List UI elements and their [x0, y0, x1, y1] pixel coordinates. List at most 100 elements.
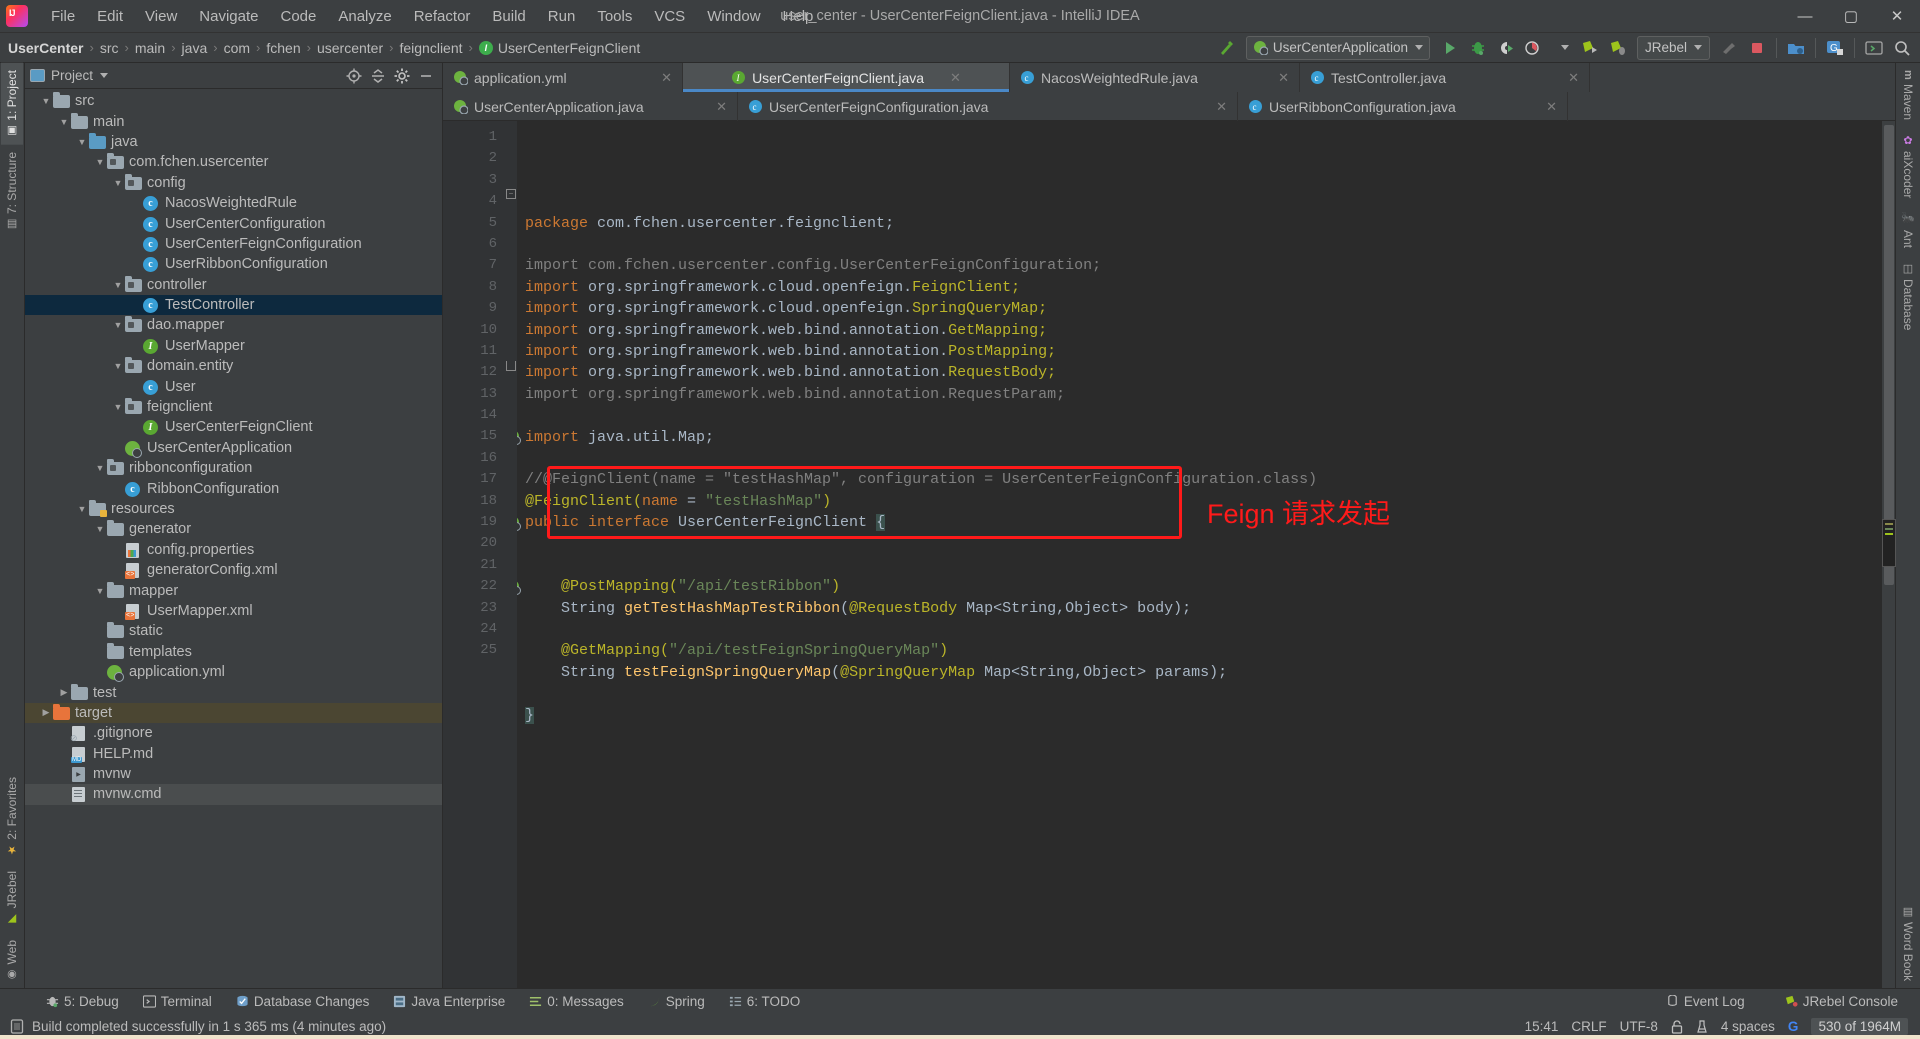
menu-refactor[interactable]: Refactor	[403, 4, 482, 29]
menu-vcs[interactable]: VCS	[643, 4, 696, 29]
tree-expand-arrow[interactable]: ▼	[111, 402, 125, 412]
status-line-separator[interactable]: CRLF	[1571, 1019, 1606, 1034]
tree-expand-arrow[interactable]: ▼	[75, 137, 89, 147]
tree-expand-arrow[interactable]: ▼	[75, 504, 89, 514]
inspection-icon[interactable]	[1696, 1019, 1708, 1034]
sidebar-item-jrebel[interactable]: ◤ JRebel	[1, 864, 23, 932]
status-indent[interactable]: 4 spaces	[1721, 1019, 1775, 1034]
build-icon[interactable]	[1213, 35, 1239, 61]
tree-node-usercenterfeignconfiguration[interactable]: ▼cUserCenterFeignConfiguration	[25, 234, 442, 254]
tree-expand-arrow[interactable]: ▶	[39, 707, 53, 718]
sidebar-item-aixcoder[interactable]: ✿ aiXcoder	[1897, 127, 1919, 205]
tree-node-static[interactable]: ▼static	[25, 621, 442, 641]
locate-icon[interactable]	[343, 65, 365, 87]
tree-expand-arrow[interactable]: ▼	[111, 178, 125, 188]
close-tab-icon[interactable]: ✕	[1206, 99, 1227, 115]
chevron-down-icon[interactable]	[100, 73, 109, 78]
profiler-icon[interactable]	[1521, 35, 1547, 61]
menu-edit[interactable]: Edit	[86, 4, 134, 29]
tree-node-mvnw-cmd[interactable]: ▼mvnw.cmd	[25, 784, 442, 805]
breadcrumb-file[interactable]: I UserCenterFeignClient	[478, 40, 640, 56]
minimize-button[interactable]: —	[1782, 0, 1828, 33]
fold-end-import-icon[interactable]	[506, 361, 516, 371]
menu-view[interactable]: View	[134, 4, 188, 29]
breadcrumb-java[interactable]: java	[182, 40, 208, 56]
close-tab-icon[interactable]: ✕	[651, 70, 672, 86]
menu-tools[interactable]: Tools	[586, 4, 643, 29]
tree-node-ribbonconfiguration[interactable]: ▼ ribbonconfiguration	[25, 458, 442, 478]
tree-node-controller[interactable]: ▼ controller	[25, 275, 442, 295]
close-button[interactable]: ✕	[1874, 0, 1920, 33]
breadcrumb-main[interactable]: main	[135, 40, 165, 56]
tree-node-usermapper-xml[interactable]: ▼UserMapper.xml	[25, 601, 442, 621]
profiler-dropdown-icon[interactable]	[1549, 35, 1575, 61]
tree-node-com-fchen-usercenter[interactable]: ▼ com.fchen.usercenter	[25, 152, 442, 172]
tree-expand-arrow[interactable]: ▼	[93, 524, 107, 534]
tree-expand-arrow[interactable]: ▼	[93, 157, 107, 167]
tree-node-resources[interactable]: ▼ resources	[25, 499, 442, 519]
tree-node-nacosweightedrule[interactable]: ▼cNacosWeightedRule	[25, 193, 442, 213]
sidebar-item-wordbook[interactable]: ▤ Word Book	[1897, 898, 1919, 988]
tree-node-usercenterfeignclient[interactable]: ▼IUserCenterFeignClient	[25, 417, 442, 437]
bottom-tab-database-changes[interactable]: Database Changes	[224, 989, 382, 1015]
tree-node-userribbonconfiguration[interactable]: ▼cUserRibbonConfiguration	[25, 254, 442, 274]
sidebar-item-favorites[interactable]: ★ 2: Favorites	[1, 770, 23, 864]
sidebar-item-web[interactable]: ◉ Web	[1, 933, 23, 988]
jrebel-selector[interactable]: JRebel	[1636, 35, 1710, 60]
menu-help[interactable]: Help	[772, 4, 825, 29]
bottom-tab-todo[interactable]: 6: TODO	[717, 989, 813, 1015]
menu-run[interactable]: Run	[537, 4, 587, 29]
sidebar-item-ant[interactable]: 🐜 Ant	[1897, 205, 1919, 254]
stop-icon[interactable]	[1744, 35, 1770, 61]
run-coverage-icon[interactable]	[1493, 35, 1519, 61]
tree-node-mvnw[interactable]: ▼mvnw	[25, 764, 442, 784]
tree-node-config[interactable]: ▼ config	[25, 173, 442, 193]
tree-node-domain-entity[interactable]: ▼ domain.entity	[25, 356, 442, 376]
jrebel-console-button[interactable]: JRebel Console	[1773, 989, 1910, 1015]
menu-build[interactable]: Build	[481, 4, 536, 29]
editor-tab-usercenterfeignclient-java[interactable]: I UserCenterFeignClient.java ✕	[683, 63, 1010, 92]
memory-indicator[interactable]: 530 of 1964M	[1811, 1018, 1908, 1035]
tree-node-src[interactable]: ▼ src	[25, 91, 442, 111]
editor-tab-usercenterapplication-java[interactable]: UserCenterApplication.java ✕	[443, 92, 738, 121]
tree-node-user[interactable]: ▼cUser	[25, 376, 442, 396]
run-icon[interactable]	[1437, 35, 1463, 61]
tree-node-feignclient[interactable]: ▼ feignclient	[25, 397, 442, 417]
tree-node--gitignore[interactable]: ▼.gitignore	[25, 723, 442, 744]
error-stripe-marker-bar[interactable]	[1881, 121, 1896, 988]
sidebar-item-database[interactable]: ◫ Database	[1897, 255, 1919, 337]
tree-node-mapper[interactable]: ▼ mapper	[25, 580, 442, 600]
close-tab-icon[interactable]: ✕	[940, 70, 961, 86]
bottom-tab-terminal[interactable]: Terminal	[131, 989, 224, 1015]
run-configuration-selector[interactable]: UserCenterApplication	[1245, 35, 1430, 60]
sidebar-item-structure[interactable]: ▤ 7: Structure	[1, 145, 23, 238]
jrebel-run-icon[interactable]	[1577, 35, 1603, 61]
sidebar-item-maven[interactable]: m Maven	[1897, 63, 1919, 127]
editor-tab-application-yml[interactable]: application.yml ✕	[443, 63, 683, 92]
tree-node-application-yml[interactable]: ▼application.yml	[25, 662, 442, 683]
tree-expand-arrow[interactable]: ▼	[111, 280, 125, 290]
breadcrumb-fchen[interactable]: fchen	[266, 40, 300, 56]
terminal-icon[interactable]	[1861, 35, 1887, 61]
code-folding-column[interactable]: −	[505, 121, 517, 988]
tree-node-ribbonconfiguration[interactable]: ▼cRibbonConfiguration	[25, 478, 442, 498]
jrebel-debug-icon[interactable]	[1605, 35, 1631, 61]
tree-expand-arrow[interactable]: ▼	[111, 320, 125, 330]
search-icon[interactable]	[1889, 35, 1915, 61]
tree-node-usermapper[interactable]: ▼IUserMapper	[25, 336, 442, 356]
tree-expand-arrow[interactable]: ▼	[39, 96, 53, 106]
tree-node-test[interactable]: ▶ test	[25, 682, 442, 702]
tree-expand-arrow[interactable]: ▶	[57, 687, 71, 698]
tree-node-usercenterconfiguration[interactable]: ▼cUserCenterConfiguration	[25, 213, 442, 233]
tree-node-config-properties[interactable]: ▼config.properties	[25, 540, 442, 560]
breadcrumb-com[interactable]: com	[224, 40, 250, 56]
breadcrumb-src[interactable]: src	[100, 40, 119, 56]
sidebar-item-project[interactable]: ▣ 1: Project	[1, 63, 23, 145]
menu-navigate[interactable]: Navigate	[188, 4, 269, 29]
update-folder-icon[interactable]	[1783, 35, 1809, 61]
menu-code[interactable]: Code	[269, 4, 327, 29]
tree-node-generatorconfig-xml[interactable]: ▼generatorConfig.xml	[25, 560, 442, 580]
tree-node-help-md[interactable]: ▼HELP.md	[25, 744, 442, 764]
hide-icon[interactable]	[415, 65, 437, 87]
maximize-button[interactable]: ▢	[1828, 0, 1874, 33]
